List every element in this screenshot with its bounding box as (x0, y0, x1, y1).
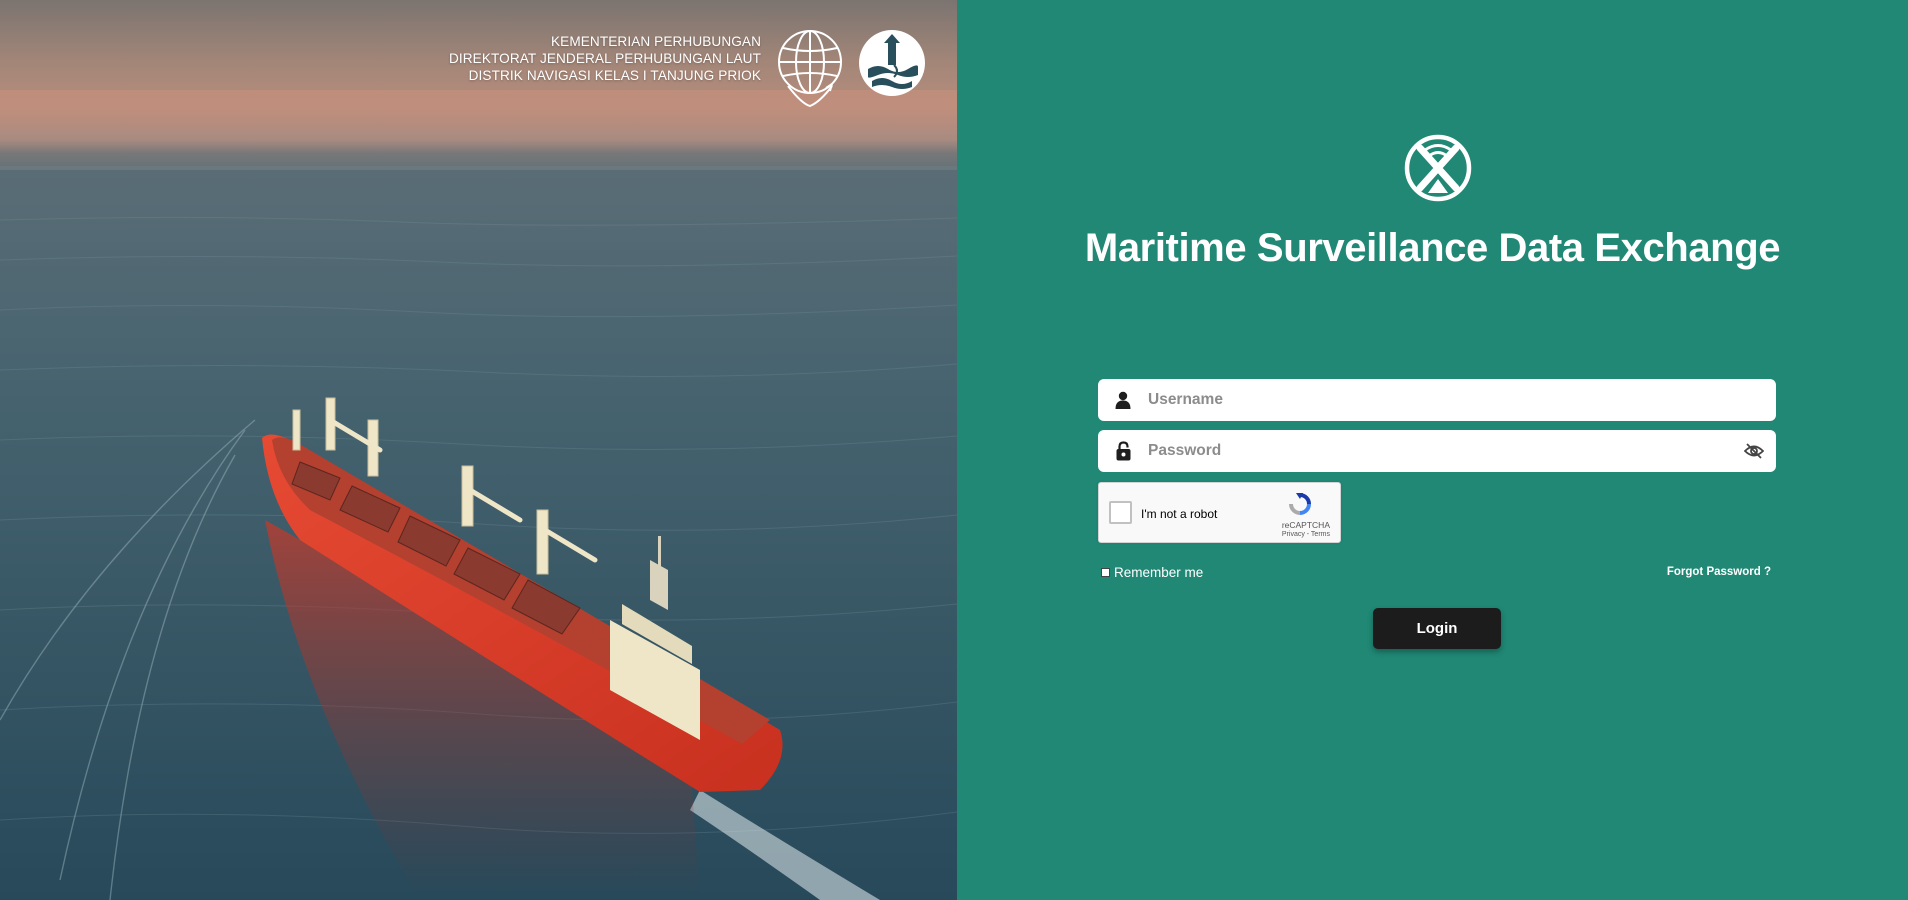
recaptcha-label: I'm not a robot (1141, 507, 1218, 521)
forgot-password-link[interactable]: Forgot Password ? (1667, 566, 1771, 578)
username-field[interactable] (1098, 379, 1776, 421)
ministry-header: KEMENTERIAN PERHUBUNGAN DIREKTORAT JENDE… (449, 34, 761, 84)
globe-anchor-emblem-icon (778, 30, 842, 108)
page-title: Maritime Surveillance Data Exchange (1084, 226, 1781, 270)
recaptcha-icon (1289, 493, 1311, 515)
ship-at-sea-photo (0, 90, 957, 900)
password-input[interactable] (1148, 430, 1732, 472)
remember-me[interactable]: Remember me (1101, 565, 1203, 580)
hero-photo-panel: KEMENTERIAN PERHUBUNGAN DIREKTORAT JENDE… (0, 0, 957, 900)
recaptcha-brand: reCAPTCHA (1281, 520, 1330, 530)
remember-me-checkbox[interactable] (1101, 568, 1110, 577)
ministry-name: KEMENTERIAN PERHUBUNGAN (550, 34, 761, 49)
login-panel: Maritime Surveillance Data Exchange User… (957, 0, 1908, 900)
brand-logo-icon (1404, 134, 1472, 202)
recaptcha-checkbox[interactable] (1109, 501, 1132, 524)
lighthouse-emblem-icon (859, 30, 925, 96)
eye-slash-icon[interactable] (1732, 443, 1776, 459)
directorate-name: DIREKTORAT JENDERAL PERHUBUNGAN LAUT (448, 50, 761, 66)
login-button[interactable]: Login (1373, 608, 1501, 649)
district-name: DISTRIK NAVIGASI KELAS I TANJUNG PRIOK (468, 67, 761, 83)
password-field[interactable] (1098, 430, 1776, 472)
user-icon (1098, 391, 1148, 409)
recaptcha-widget: I'm not a robot reCAPTCHA Privacy - Term… (1098, 482, 1341, 543)
lock-icon (1098, 441, 1148, 461)
recaptcha-links[interactable]: Privacy - Terms (1282, 531, 1330, 538)
username-input[interactable] (1148, 379, 1776, 421)
remember-me-label: Remember me (1114, 565, 1204, 580)
